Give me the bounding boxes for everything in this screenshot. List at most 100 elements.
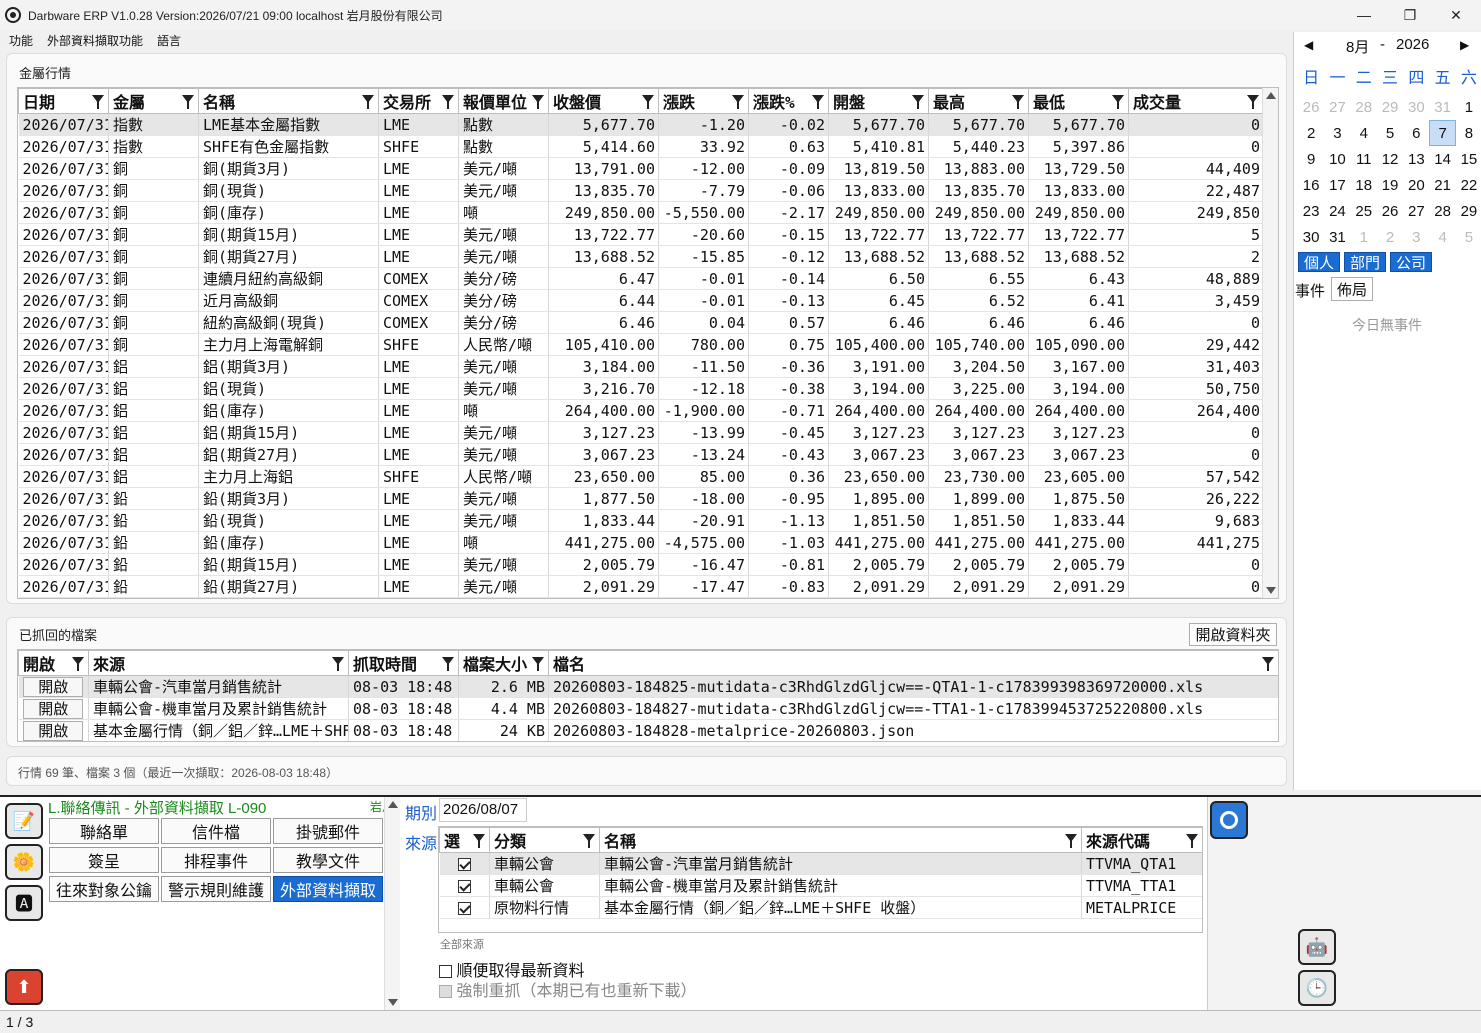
metal-table-row[interactable]: 2026/07/31 銅銅(期貨15月) LME 美元/噸 13,722.77 -20.6… — [18, 223, 1264, 246]
calendar-day[interactable]: 4 — [1351, 120, 1377, 146]
scope-department-button[interactable]: 部門 — [1344, 252, 1386, 272]
calendar-day[interactable]: 3 — [1324, 120, 1350, 146]
calendar-day[interactable]: 3 — [1403, 224, 1429, 250]
next-month-icon[interactable]: ▶ — [1460, 38, 1469, 52]
metal-table-row[interactable]: 2026/07/31 銅銅(現貨) LME 美元/噸 13,835.70 -7.79 -0.… — [18, 179, 1264, 202]
partner-public-key-button[interactable]: 往來對象公鑰 — [49, 876, 159, 902]
source-table-row[interactable]: 車輛公會 車輛公會-機車當月及累計銷售統計 TTVMA_TTA1 — [439, 874, 1202, 897]
calendar-day[interactable]: 25 — [1351, 198, 1377, 224]
filter-icon[interactable] — [332, 657, 344, 671]
calendar-day[interactable]: 2 — [1377, 224, 1403, 250]
calendar-day[interactable]: 22 — [1456, 172, 1481, 198]
menu-external-data[interactable]: 外部資料擷取功能 — [40, 32, 150, 49]
metal-column-header[interactable]: 日期 — [18, 88, 109, 114]
metal-table-row[interactable]: 2026/07/31 鉛鉛(現貨) LME 美元/噸 1,833.44 -20.91 -1.… — [18, 509, 1264, 532]
scroll-down-icon[interactable] — [1266, 587, 1276, 594]
open-file-button[interactable]: 開啟 — [23, 676, 84, 697]
mail-file-button[interactable]: 信件檔 — [161, 818, 271, 844]
filter-icon[interactable] — [583, 834, 595, 848]
calendar-day[interactable]: 6 — [1403, 120, 1429, 146]
notepad-icon[interactable]: 📝 — [5, 803, 43, 839]
filter-icon[interactable] — [473, 834, 485, 848]
calendar-day[interactable]: 4 — [1429, 224, 1455, 250]
module-scroll-down-icon[interactable] — [388, 999, 398, 1006]
period-input[interactable]: 2026/08/07 — [439, 798, 527, 822]
source-checkbox[interactable] — [458, 857, 472, 871]
open-folder-button[interactable]: 開啟資料夾 — [1189, 623, 1277, 646]
calendar-day[interactable]: 20 — [1403, 172, 1429, 198]
source-column-header[interactable]: 來源代碼 — [1081, 827, 1202, 853]
filter-icon[interactable] — [642, 95, 654, 109]
files-column-header[interactable]: 檔名 — [548, 650, 1278, 676]
calendar-day[interactable]: 15 — [1456, 146, 1481, 172]
open-file-button[interactable]: 開啟 — [23, 698, 84, 719]
metal-column-header[interactable]: 漲跌 — [658, 88, 749, 114]
metal-table-row[interactable]: 2026/07/31 指數 SHFE有色金屬指數 SHFE 點數 5,414.60 33.9… — [18, 135, 1264, 158]
calendar-day[interactable]: 16 — [1298, 172, 1324, 198]
calendar-day[interactable]: 29 — [1377, 94, 1403, 120]
menu-language[interactable]: 語言 — [150, 32, 188, 49]
module-scroll-up-icon[interactable] — [388, 801, 398, 808]
metal-table-row[interactable]: 2026/07/31 鉛鉛(庫存) LME 噸 441,275.00 -4,575.00-… — [18, 531, 1264, 554]
filter-icon[interactable] — [912, 95, 924, 109]
filter-icon[interactable] — [532, 95, 544, 109]
calendar-day[interactable]: 30 — [1298, 224, 1324, 250]
metal-table-row[interactable]: 2026/07/31 銅銅(庫存) LME 噸 249,850.00 -5,550.00-… — [18, 201, 1264, 224]
calendar-day[interactable]: 7 — [1429, 120, 1456, 146]
close-button[interactable]: ✕ — [1433, 0, 1479, 30]
clock-icon[interactable]: 🕒 — [1298, 970, 1336, 1006]
calendar-month[interactable]: 8月 — [1346, 36, 1369, 57]
metal-table-row[interactable]: 2026/07/31 鋁主力月上海鋁 SHFE 人民幣/噸 23,650.00 85.00… — [18, 465, 1264, 488]
filter-icon[interactable] — [92, 95, 104, 109]
file-table-row[interactable]: 開啟基本金屬行情（銅／鋁／鋅…LME＋SHFE 收盤）08-03 18:4824… — [18, 719, 1278, 741]
metal-column-header[interactable]: 金屬 — [108, 88, 199, 114]
filter-icon[interactable] — [1065, 834, 1077, 848]
metal-column-header[interactable]: 交易所 — [378, 88, 459, 114]
option-force[interactable]: 強制重抓（本期已有也重新下載） — [439, 977, 696, 1001]
filter-icon[interactable] — [182, 95, 194, 109]
source-table-row[interactable]: 車輛公會 車輛公會-汽車當月銷售統計 TTVMA_QTA1 — [439, 852, 1202, 875]
metal-column-header[interactable]: 最高 — [928, 88, 1029, 114]
calendar-day[interactable]: 9 — [1298, 146, 1324, 172]
metal-table-row[interactable]: 2026/07/31 鋁鋁(庫存) LME 噸 264,400.00 -1,900.00-… — [18, 399, 1264, 422]
calendar-day[interactable]: 24 — [1324, 198, 1350, 224]
filter-icon[interactable] — [812, 95, 824, 109]
source-column-header[interactable]: 分類 — [489, 827, 600, 853]
calendar-day[interactable]: 26 — [1298, 94, 1324, 120]
search-button[interactable] — [1210, 801, 1248, 839]
metal-column-header[interactable]: 收盤價 — [548, 88, 659, 114]
calendar-day[interactable]: 8 — [1456, 120, 1481, 146]
scheduled-event-button[interactable]: 排程事件 — [161, 847, 271, 873]
files-column-header[interactable]: 來源 — [88, 650, 349, 676]
calendar-day[interactable]: 12 — [1377, 146, 1403, 172]
calendar-day[interactable]: 14 — [1429, 146, 1455, 172]
filter-icon[interactable] — [1262, 657, 1274, 671]
source-table-row[interactable]: 原物料行情 基本金屬行情（銅／鋁／鋅…LME＋SHFE 收盤） METALPRICE — [439, 896, 1202, 919]
upload-arrow-icon[interactable]: ⬆ — [5, 969, 43, 1005]
option-force-checkbox[interactable] — [439, 985, 452, 999]
files-column-header[interactable]: 檔案大小 — [458, 650, 549, 676]
metal-table-row[interactable]: 2026/07/31 鉛鉛(期貨15月) LME 美元/噸 2,005.79 -16.47… — [18, 553, 1264, 576]
calendar-day[interactable]: 18 — [1351, 172, 1377, 198]
calendar-day[interactable]: 21 — [1429, 172, 1455, 198]
maximize-button[interactable]: ❐ — [1387, 0, 1433, 30]
file-table-row[interactable]: 開啟 車輛公會-機車當月及累計銷售統計 08-03 18:48 4.4 MB 20260… — [18, 697, 1278, 720]
external-data-fetch-button[interactable]: 外部資料擷取 — [273, 876, 383, 902]
metal-column-header[interactable]: 報價單位 — [458, 88, 549, 114]
metal-table-row[interactable]: 2026/07/31 鋁鋁(期貨27月) LME 美元/噸 3,067.23 -13.24… — [18, 443, 1264, 466]
scope-personal-button[interactable]: 個人 — [1298, 252, 1340, 272]
robot-icon[interactable]: 🤖 — [1298, 929, 1336, 965]
scope-company-button[interactable]: 公司 — [1390, 252, 1432, 272]
calendar-day[interactable]: 13 — [1403, 146, 1429, 172]
metal-column-header[interactable]: 開盤 — [828, 88, 929, 114]
calendar-day[interactable]: 23 — [1298, 198, 1324, 224]
calendar-day[interactable]: 10 — [1324, 146, 1350, 172]
source-checkbox[interactable] — [458, 879, 472, 893]
metal-grid-scrollbar[interactable] — [1262, 88, 1278, 598]
filter-icon[interactable] — [442, 657, 454, 671]
calendar-day[interactable]: 27 — [1403, 198, 1429, 224]
metal-table-row[interactable]: 2026/07/31 指數 LME基本金屬指數 LME 點數 5,677.70 -1.20-… — [18, 113, 1264, 136]
module-scrollbar[interactable] — [384, 797, 400, 1010]
metal-table-row[interactable]: 2026/07/31 銅銅(期貨3月) LME 美元/噸 13,791.00 -12.00… — [18, 157, 1264, 180]
metal-table-row[interactable]: 2026/07/31 銅銅(期貨27月) LME 美元/噸 13,688.52 -15.8… — [18, 245, 1264, 268]
